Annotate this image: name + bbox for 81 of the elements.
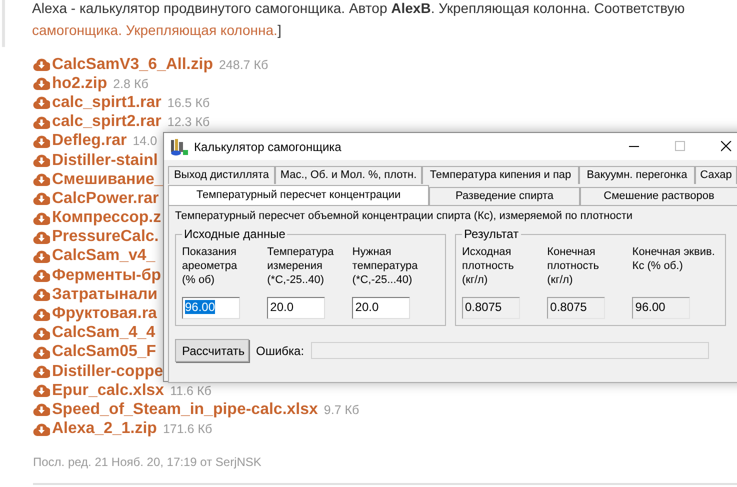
download-icon xyxy=(33,76,50,92)
app-icon xyxy=(170,138,188,156)
download-icon xyxy=(33,95,50,110)
tab[interactable]: Выход дистиллята xyxy=(168,166,275,184)
download-icon xyxy=(33,210,50,226)
post-text: Alexa - калькулятор продвинутого самогонщика. Автор AlexB. Укрепляющая колонна. Соответствую xyxy=(32,0,686,18)
file-size: 248.7 Кб xyxy=(218,58,268,72)
file-size: 2.8 Кб xyxy=(113,76,148,91)
field-label: Исходная плотность (кг/л) xyxy=(462,245,515,287)
file-size: 14.0 xyxy=(132,134,158,148)
file-size: 16.5 Кб xyxy=(167,96,210,110)
download-icon xyxy=(33,383,50,398)
maximize-icon xyxy=(674,141,686,152)
file-link[interactable]: CalcSam05_F xyxy=(52,343,156,362)
download-icon xyxy=(33,153,50,168)
tab[interactable]: Вакуумн. перегонка xyxy=(579,166,695,184)
download-icon xyxy=(33,191,50,206)
window-title: Калькулятор самогонщика xyxy=(194,140,342,154)
file-link[interactable]: calc_spirt1.rar xyxy=(52,94,162,112)
tab[interactable]: Температура кипения и пар xyxy=(422,166,579,184)
file-link[interactable]: Distiller-coppe xyxy=(52,362,164,381)
description-text: Температурный пересчет объемной концентрации спирта (Кс), измеряемой по плотности xyxy=(175,210,634,222)
field-label: Конечная эквив. Кс (% об.) xyxy=(632,245,716,273)
download-icon xyxy=(33,172,50,188)
edit-note: Посл. ред. 21 Нояб. 20, 17:19 от SerjNSK xyxy=(33,454,262,469)
field-label: Показания ареометра (% об) xyxy=(182,245,238,287)
file-size: 11.6 Кб xyxy=(170,384,212,398)
file-link[interactable]: CalcSamV3_6_All.zip xyxy=(52,56,213,74)
file-link[interactable]: Компрессор.z xyxy=(52,209,162,228)
file-link[interactable]: Затратынали xyxy=(52,286,158,304)
file-link[interactable]: Ферменты-бр xyxy=(52,266,161,285)
calculate-button[interactable]: Рассчитать xyxy=(175,339,249,362)
file-link[interactable]: CalcSam_4_4 xyxy=(52,324,156,342)
field-label: Температура измерения (*С,-25..40) xyxy=(267,245,335,287)
download-icon xyxy=(33,326,50,341)
file-link[interactable]: Epur_calc.xlsx xyxy=(52,382,164,400)
download-icon xyxy=(33,114,50,130)
tab[interactable]: Смешение растворов xyxy=(580,187,737,205)
download-icon xyxy=(33,364,50,380)
tab[interactable]: Температурный пересчет концентрации xyxy=(168,185,429,205)
field-label: Конечная плотность (кг/л) xyxy=(547,245,600,287)
output-field[interactable]: 0.8075 xyxy=(547,297,606,319)
file-size: 12.3 Кб xyxy=(167,115,210,130)
download-icon xyxy=(33,422,50,437)
file-link[interactable]: CalcPower.rar xyxy=(52,190,159,208)
download-icon xyxy=(33,248,50,264)
download-icon xyxy=(33,134,50,149)
download-icon xyxy=(33,287,50,302)
tab[interactable]: Сахар xyxy=(695,166,737,184)
file-link[interactable]: Смешивание_ xyxy=(52,170,164,189)
download-icon xyxy=(33,57,50,72)
group-title: Результат xyxy=(462,227,521,241)
download-icon xyxy=(33,230,50,245)
file-size: 171.6 Кб xyxy=(162,422,212,436)
file-link[interactable]: calc_spirt2.rar xyxy=(52,113,162,132)
tab[interactable]: Мас., Об. и Мол. %, плотн. xyxy=(275,166,422,184)
file-size: 9.7 Кб xyxy=(324,402,360,417)
link[interactable]: самогонщика. Укрепляющая колонна. xyxy=(32,22,278,38)
download-icon xyxy=(33,268,50,284)
file-link[interactable]: Фруктовая.ra xyxy=(52,305,157,324)
input-field[interactable]: 20.0 xyxy=(352,297,410,319)
download-icon xyxy=(33,344,50,360)
output-field[interactable]: 0.8075 xyxy=(462,297,520,319)
file-link[interactable]: Speed_of_Steam_in_pipe-calc.xlsx xyxy=(52,400,318,419)
field-label: Нужная температура (*С,-25...40) xyxy=(352,245,419,287)
file-link[interactable]: ho2.zip xyxy=(52,74,108,93)
error-label: Ошибка: xyxy=(256,344,304,358)
file-link[interactable]: CalcSam_v4_ xyxy=(52,247,156,266)
group-title: Исходные данные xyxy=(182,227,288,241)
input-field[interactable]: 20.0 xyxy=(267,297,326,319)
file-link[interactable]: PressureCalc. xyxy=(52,228,159,246)
file-link[interactable]: Defleg.rar xyxy=(52,132,127,150)
download-icon xyxy=(33,306,50,322)
close-icon xyxy=(720,141,732,152)
input-field[interactable]: 96.00 xyxy=(182,297,240,319)
file-link[interactable]: Alexa_2_1.zip xyxy=(52,420,157,438)
download-icon xyxy=(33,402,50,418)
tab[interactable]: Разведение спирта xyxy=(429,187,580,205)
bracket-text: ] xyxy=(277,22,282,38)
output-field[interactable]: 96.00 xyxy=(632,297,690,319)
file-link[interactable]: Distiller-stainl xyxy=(52,152,158,170)
